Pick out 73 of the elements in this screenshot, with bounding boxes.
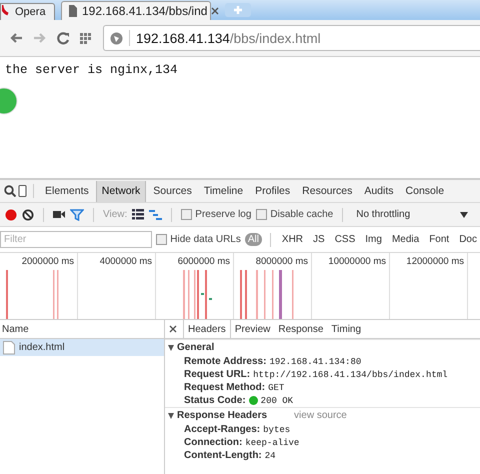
device-icon[interactable] bbox=[18, 185, 27, 197]
devtools-tab[interactable]: Resources bbox=[297, 180, 358, 202]
header-value: http://192.168.41.134/bbs/index.html bbox=[253, 370, 448, 380]
browser-tab[interactable]: Opera bbox=[0, 3, 55, 20]
request-marker bbox=[209, 298, 212, 300]
throttling-dropdown[interactable]: No throttling bbox=[352, 209, 468, 220]
detail-tab[interactable]: Headers bbox=[183, 320, 231, 338]
detail-tab[interactable]: Timing bbox=[327, 320, 366, 338]
time-tick: 4000000 ms bbox=[78, 253, 156, 319]
page-text: the server is nginx,134 bbox=[4, 62, 179, 77]
checkbox[interactable]: Hide data URLs bbox=[156, 234, 241, 245]
checkbox[interactable]: Preserve log bbox=[181, 209, 252, 220]
address-bar[interactable]: 192.168.41.134/bbs/index.html bbox=[103, 25, 480, 51]
request-bar bbox=[279, 270, 282, 319]
reload-icon[interactable] bbox=[57, 32, 70, 44]
close-icon[interactable] bbox=[169, 325, 177, 333]
header-name: Connection: bbox=[184, 437, 242, 448]
time-tick: 12000000 ms bbox=[390, 253, 468, 319]
list-view-icon[interactable] bbox=[132, 209, 144, 220]
file-icon bbox=[3, 340, 15, 354]
request-row[interactable]: index.html bbox=[0, 339, 164, 356]
page-icon bbox=[68, 5, 78, 17]
devtools-tab[interactable]: Console bbox=[400, 180, 450, 202]
devtools-tab[interactable]: Profiles bbox=[250, 180, 296, 202]
back-icon[interactable] bbox=[9, 32, 23, 44]
globe-icon bbox=[110, 32, 123, 44]
close-icon[interactable] bbox=[211, 7, 220, 15]
apps-grid-icon[interactable] bbox=[80, 32, 91, 44]
type-filter[interactable]: Font bbox=[426, 233, 452, 246]
devtools-tab[interactable]: Elements bbox=[40, 180, 94, 202]
request-marker bbox=[201, 293, 204, 295]
type-filter[interactable]: Media bbox=[388, 233, 422, 246]
header-value: 200 OK bbox=[260, 396, 294, 406]
header-name: Request Method: bbox=[184, 382, 266, 393]
time-tick: 10000000 ms bbox=[312, 253, 390, 319]
header-name: Accept-Ranges: bbox=[184, 424, 260, 435]
filter-field[interactable]: Filter bbox=[0, 231, 152, 248]
dropdown-caret-icon bbox=[460, 212, 468, 218]
header-value: 24 bbox=[264, 450, 276, 460]
header-value: bytes bbox=[263, 424, 290, 434]
clear-icon[interactable] bbox=[22, 208, 34, 220]
devtools-tab[interactable]: Sources bbox=[148, 180, 197, 202]
type-filter[interactable]: Img bbox=[362, 233, 385, 246]
section-header[interactable]: General bbox=[165, 339, 480, 355]
record-button[interactable] bbox=[5, 208, 17, 220]
devtools-tab[interactable]: Timeline bbox=[198, 180, 248, 202]
plus-icon bbox=[233, 5, 243, 15]
video-camera-icon[interactable] bbox=[53, 209, 65, 220]
header-value: 192.168.41.134:80 bbox=[269, 356, 362, 366]
type-filter[interactable]: CSS bbox=[332, 233, 358, 246]
section-header[interactable]: Response Headers view source bbox=[165, 407, 480, 423]
view-source-link[interactable]: view source bbox=[294, 410, 347, 421]
search-icon[interactable] bbox=[4, 185, 16, 197]
header-value: GET bbox=[268, 382, 284, 392]
checkbox[interactable]: Disable cache bbox=[256, 209, 334, 220]
header-name: Request URL: bbox=[184, 369, 250, 380]
status-dot-icon bbox=[248, 396, 258, 405]
detail-tab[interactable]: Preview bbox=[230, 320, 274, 338]
devtools-tab[interactable]: Audits bbox=[359, 180, 399, 202]
header-name: Remote Address: bbox=[184, 356, 266, 367]
view-label: View: bbox=[103, 209, 128, 220]
type-filter[interactable]: XHR bbox=[278, 233, 306, 246]
devtools-tab[interactable]: Network bbox=[96, 180, 146, 202]
detail-tab[interactable]: Response bbox=[274, 320, 328, 338]
url-text: 192.168.41.134/bbs/index.html bbox=[136, 30, 321, 46]
header-name: Status Code: bbox=[184, 395, 246, 406]
header-value: keep-alive bbox=[245, 438, 300, 448]
opera-logo-icon bbox=[2, 5, 10, 17]
filter-icon[interactable] bbox=[70, 208, 84, 220]
header-name: Content-Length: bbox=[184, 450, 262, 461]
waterfall-view-icon[interactable] bbox=[149, 209, 162, 220]
type-filter[interactable]: JS bbox=[310, 233, 328, 246]
type-filter[interactable]: Doc bbox=[456, 233, 480, 246]
